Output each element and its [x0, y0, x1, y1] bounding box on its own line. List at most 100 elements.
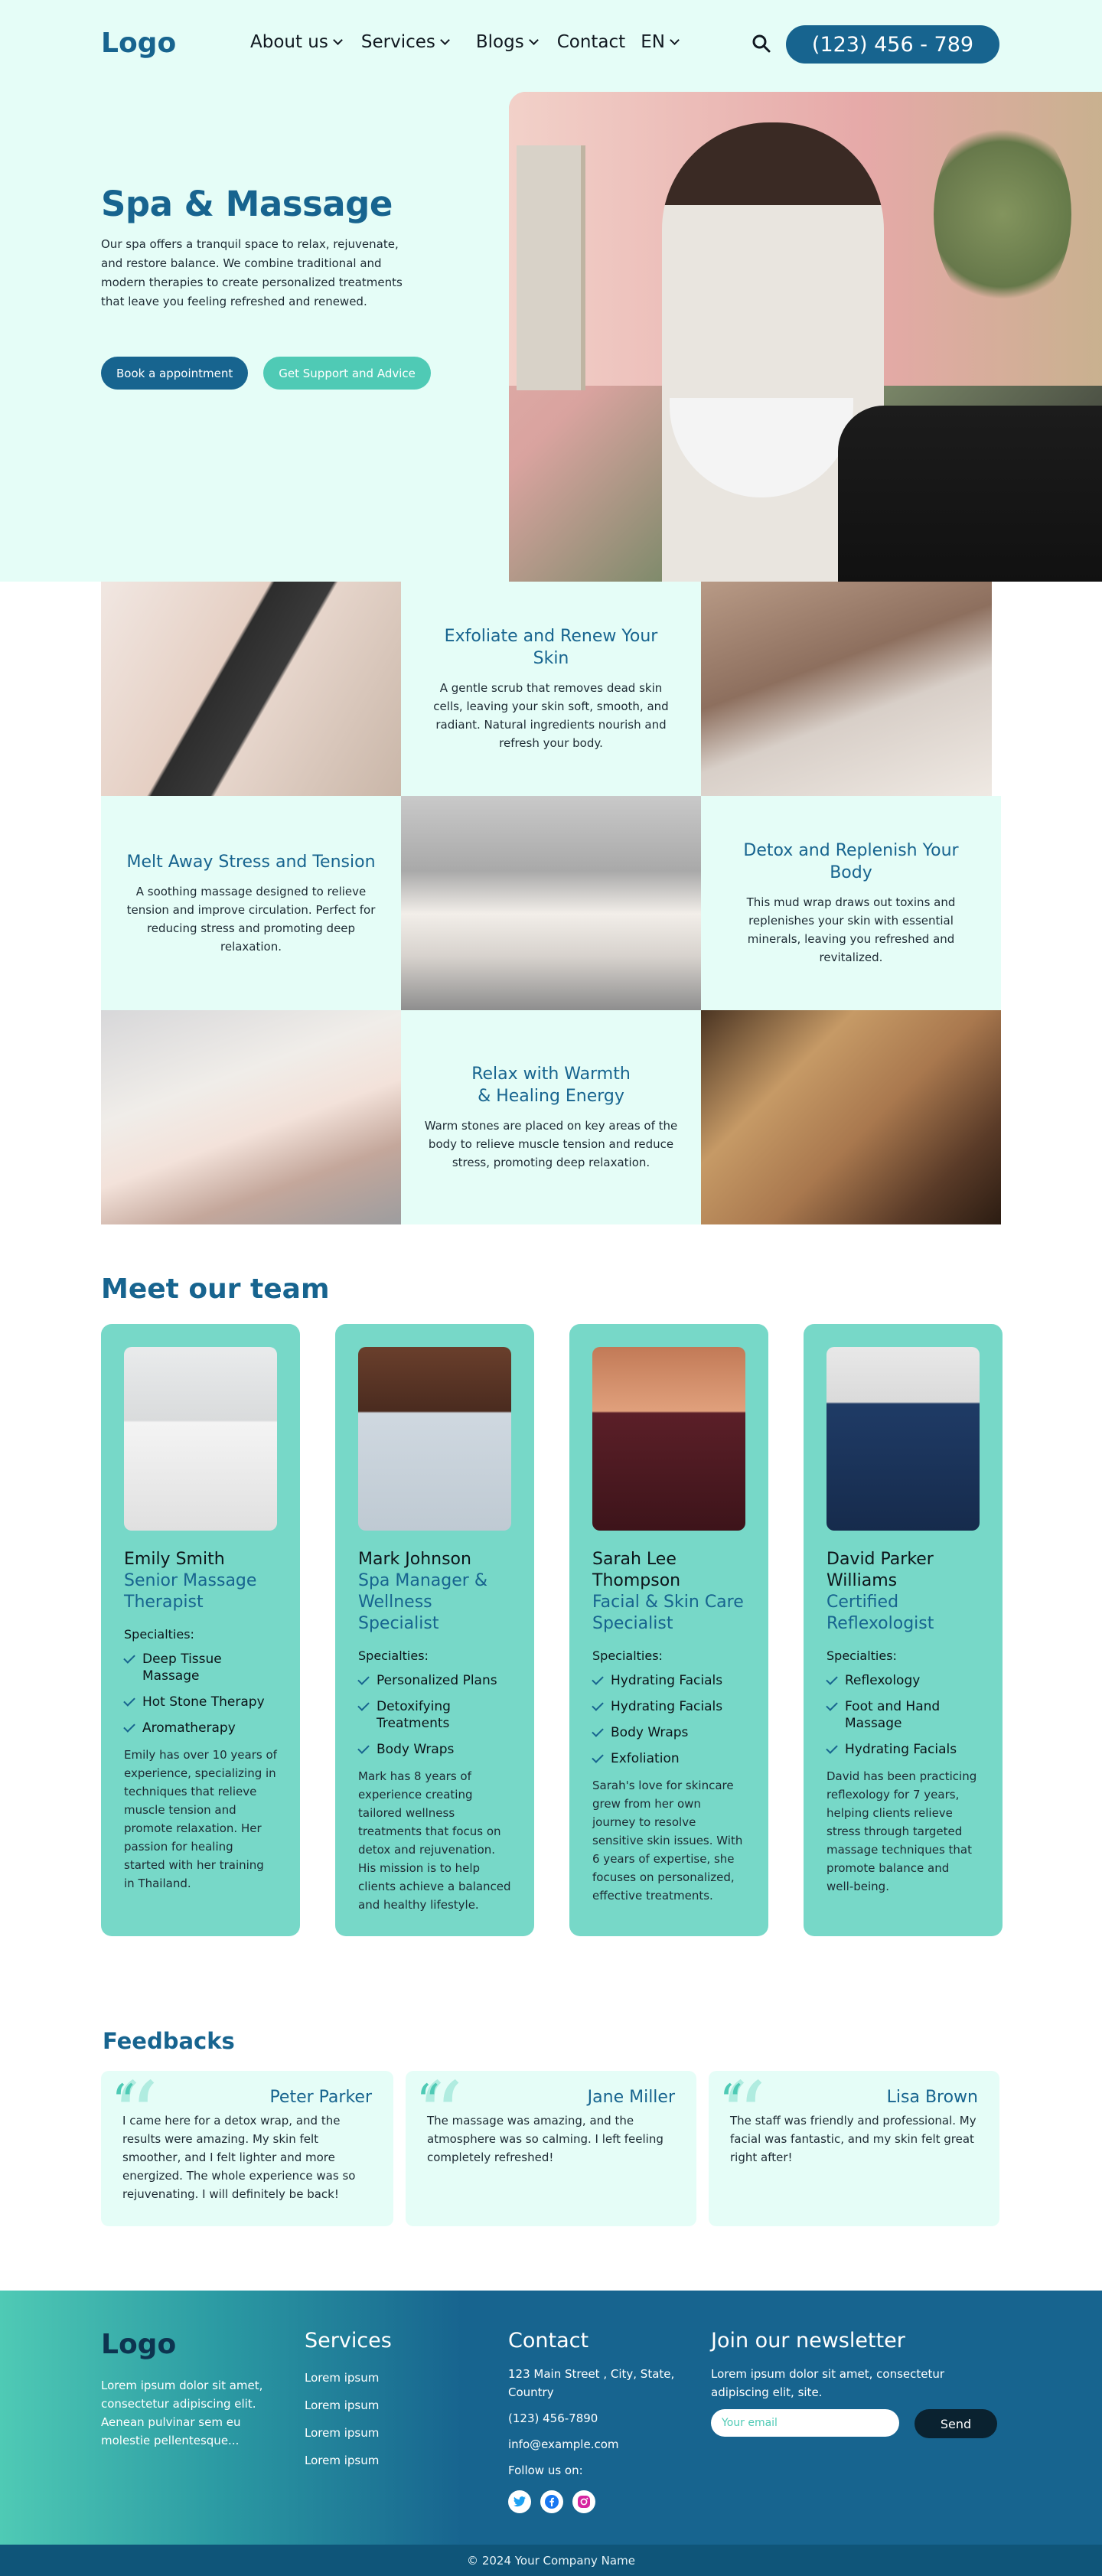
footer-services: Services Lorem ipsum Lorem ipsum Lorem i…	[305, 2329, 392, 2467]
feedbacks-section: “ “ Peter Parker I came here for a detox…	[101, 2071, 999, 2226]
nav-blogs-label: Blogs	[475, 32, 524, 52]
footer-service-link[interactable]: Lorem ipsum	[305, 2426, 392, 2440]
chevron-down-icon	[333, 34, 343, 45]
specialty-item: Reflexology	[826, 1672, 980, 1689]
specialty-text: Foot and Hand Massage	[845, 1699, 941, 1731]
hero-section: Logo About us Services Blogs Contact EN …	[0, 0, 1102, 582]
footer-service-link[interactable]: Lorem ipsum	[305, 2454, 392, 2467]
specialties-label: Specialties:	[826, 1648, 897, 1663]
specialty-text: Body Wraps	[377, 1742, 455, 1757]
service-card: Melt Away Stress and Tension A soothing …	[101, 796, 401, 1010]
specialties-label: Specialties:	[358, 1648, 429, 1663]
service-description: A gentle scrub that removes dead skin ce…	[433, 681, 669, 750]
specialty-item: Aromatherapy	[123, 1720, 277, 1736]
hero-image-plant	[934, 115, 1071, 314]
specialty-text: Hot Stone Therapy	[142, 1694, 265, 1710]
footer-email[interactable]: info@example.com	[508, 2435, 684, 2454]
search-icon[interactable]	[752, 34, 771, 54]
specialty-item: Foot and Hand Massage	[826, 1698, 980, 1732]
language-label: EN	[641, 32, 665, 52]
language-selector[interactable]: EN	[641, 32, 680, 52]
team-member-role: Certified Reflexologist	[826, 1593, 934, 1633]
team-member-role: Facial & Skin Care Specialist	[592, 1593, 744, 1633]
feedback-author: Peter Parker	[269, 2088, 372, 2107]
team-member-bio: Sarah's love for skincare grew from her …	[592, 1779, 743, 1903]
specialty-text: Detoxifying Treatments	[377, 1699, 451, 1731]
footer-service-link[interactable]: Lorem ipsum	[305, 2398, 392, 2412]
service-title: Melt Away Stress and Tension	[126, 852, 376, 872]
footer-contact-title: Contact	[508, 2329, 589, 2353]
logo[interactable]: Logo	[101, 28, 176, 59]
hot-stone-photo	[701, 1010, 1001, 1224]
specialties-list: Hydrating Facials Hydrating Facials Body…	[592, 1672, 745, 1767]
team-member-photo	[826, 1347, 980, 1531]
facebook-glyph	[545, 2495, 559, 2509]
specialties-list: Reflexology Foot and Hand Massage Hydrat…	[826, 1672, 980, 1758]
team-member-name: Sarah Lee Thompson	[592, 1550, 681, 1590]
footer-phone[interactable]: (123) 456-7890	[508, 2409, 684, 2428]
phone-button[interactable]: (123) 456 - 789	[786, 25, 999, 64]
specialty-text: Personalized Plans	[377, 1673, 497, 1688]
facial-treatment-photo	[101, 1010, 401, 1224]
services-grid: Exfoliate and Renew Your Skin A gentle s…	[101, 582, 1003, 1224]
specialty-item: Detoxifying Treatments	[357, 1698, 511, 1732]
facebook-icon[interactable]	[540, 2490, 563, 2513]
nav-contact-label: Contact	[556, 32, 626, 52]
team-member-photo	[358, 1347, 511, 1531]
get-support-button[interactable]: Get Support and Advice	[263, 357, 431, 390]
service-title: Detox and Replenish Your Body	[743, 841, 959, 882]
book-appointment-button[interactable]: Book a appointment	[101, 357, 249, 390]
twitter-icon[interactable]	[508, 2490, 531, 2513]
service-card: Detox and Replenish Your Body This mud w…	[701, 796, 1001, 1010]
specialty-text: Hydrating Facials	[611, 1699, 723, 1714]
check-icon	[826, 1699, 838, 1711]
specialties-list: Personalized Plans Detoxifying Treatment…	[357, 1672, 511, 1758]
footer-follow-label: Follow us on:	[508, 2464, 583, 2477]
nav-blogs[interactable]: Blogs	[475, 32, 539, 52]
check-icon	[357, 1699, 370, 1711]
services-row: Melt Away Stress and Tension A soothing …	[101, 796, 1003, 1010]
newsletter-send-button[interactable]: Send	[915, 2409, 997, 2438]
check-icon	[123, 1652, 135, 1664]
site-footer: Logo Lorem ipsum dolor sit amet, consect…	[0, 2291, 1102, 2576]
nav-services[interactable]: Services	[361, 32, 450, 52]
footer-service-link[interactable]: Lorem ipsum	[305, 2371, 392, 2385]
specialties-label: Specialties:	[124, 1627, 194, 1642]
check-icon	[123, 1720, 135, 1733]
specialty-item: Hydrating Facials	[592, 1672, 745, 1689]
team-card: Emily Smith Senior Massage Therapist Spe…	[101, 1324, 300, 1936]
specialties-list: Deep Tissue Massage Hot Stone Therapy Ar…	[123, 1651, 277, 1736]
facial-mask-photo	[101, 582, 401, 796]
specialty-text: Deep Tissue Massage	[142, 1652, 222, 1684]
twitter-glyph	[514, 2496, 526, 2507]
hero-text: Spa & Massage Our spa offers a tranquil …	[101, 184, 407, 311]
footer-services-title: Services	[305, 2329, 392, 2353]
social-links	[508, 2490, 684, 2513]
team-member-role: Spa Manager & Wellness Specialist	[358, 1571, 487, 1633]
team-card: David Parker Williams Certified Reflexol…	[804, 1324, 1003, 1936]
footer-about: Lorem ipsum dolor sit amet, consectetur …	[101, 2379, 263, 2447]
team-card: Mark Johnson Spa Manager & Wellness Spec…	[335, 1324, 534, 1936]
specialty-text: Body Wraps	[611, 1725, 689, 1740]
feedbacks-title: Feedbacks	[103, 2028, 235, 2054]
specialty-item: Body Wraps	[357, 1741, 511, 1758]
specialty-item: Hydrating Facials	[826, 1741, 980, 1758]
check-icon	[592, 1751, 604, 1763]
services-row: Exfoliate and Renew Your Skin A gentle s…	[101, 582, 1003, 796]
instagram-icon[interactable]	[572, 2490, 595, 2513]
service-card: Exfoliate and Renew Your Skin A gentle s…	[401, 582, 701, 796]
check-icon	[357, 1673, 370, 1685]
nav-about[interactable]: About us	[250, 32, 343, 52]
team-member-name: Mark Johnson	[358, 1550, 471, 1569]
check-icon	[357, 1742, 370, 1754]
service-title: Relax with Warmth & Healing Energy	[471, 1065, 631, 1106]
specialty-item: Body Wraps	[592, 1724, 745, 1741]
footer-address: 123 Main Street , City, State, Country	[508, 2367, 675, 2399]
footer-logo[interactable]: Logo	[101, 2329, 176, 2360]
feedback-author: Lisa Brown	[886, 2088, 978, 2107]
newsletter-email-input[interactable]	[711, 2409, 899, 2437]
services-row: Relax with Warmth & Healing Energy Warm …	[101, 1010, 1003, 1224]
nav-contact[interactable]: Contact	[557, 32, 625, 52]
main-nav: About us Services Blogs Contact EN	[250, 32, 680, 52]
footer-contact: Contact 123 Main Street , City, State, C…	[508, 2329, 684, 2513]
